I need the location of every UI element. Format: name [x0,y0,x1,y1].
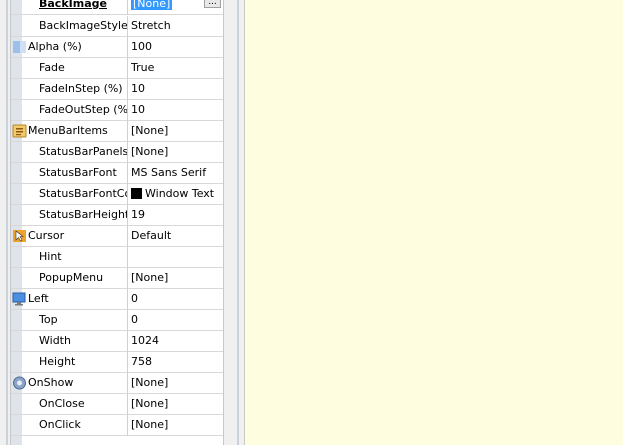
property-name: PopupMenu [39,268,128,289]
property-value[interactable]: 19 [131,205,223,226]
property-row-backimage[interactable]: BackImage [None] ... [11,0,223,15]
left-splitter[interactable] [0,0,11,445]
property-value[interactable]: 10 [131,79,223,100]
property-name: StatusBarFont [39,163,128,184]
property-value[interactable]: [None] [131,121,223,142]
property-name: FadeOutStep (%) [39,100,128,121]
object-inspector: BackImage [None] ... BackImageStyle Stret… [11,0,223,445]
position-icon [12,292,27,306]
property-name: OnShow [28,373,128,394]
property-value[interactable]: [None] [131,415,223,436]
property-name: Cursor [28,226,128,247]
form-designer-canvas[interactable] [245,0,623,445]
property-row[interactable]: OnClick [None] [11,415,223,436]
property-row[interactable]: FadeInStep (%) 10 [11,79,223,100]
property-value[interactable] [131,247,223,268]
alpha-icon [12,40,27,54]
property-value[interactable]: 10 [131,100,223,121]
property-value[interactable]: 100 [131,37,223,58]
property-name: OnClose [39,394,128,415]
property-row[interactable]: StatusBarHeight 19 [11,205,223,226]
ellipsis-button[interactable]: ... [204,0,221,8]
property-name: StatusBarPanels [39,142,128,163]
property-row[interactable]: Top 0 [11,310,223,331]
property-value[interactable]: MS Sans Serif [131,163,223,184]
property-value-text: Window Text [145,187,215,200]
property-name: OnClick [39,415,128,436]
event-icon [12,376,27,390]
property-value[interactable]: Window Text [131,184,223,205]
property-name: BackImage [39,0,128,15]
property-name: Top [39,310,128,331]
property-row[interactable]: OnShow [None] [11,373,223,394]
property-name: Height [39,352,128,373]
property-row[interactable]: Height 758 [11,352,223,373]
property-name: MenuBarItems [28,121,128,142]
property-row[interactable]: Width 1024 [11,331,223,352]
property-name: FadeInStep (%) [39,79,128,100]
property-value[interactable]: 0 [131,310,223,331]
property-value[interactable]: [None] [131,268,223,289]
property-row[interactable]: MenuBarItems [None] [11,121,223,142]
property-value[interactable]: 0 [131,289,223,310]
cursor-icon [12,229,27,243]
property-name: Alpha (%) [28,37,128,58]
property-value[interactable]: True [131,58,223,79]
property-value[interactable]: [None] [131,142,223,163]
property-value[interactable]: 758 [131,352,223,373]
property-row[interactable]: BackImageStyle Stretch [11,16,223,37]
panel-divider[interactable] [223,0,245,445]
property-row[interactable]: FadeOutStep (%) 10 [11,100,223,121]
selected-value[interactable]: [None] [131,0,173,10]
property-name: Fade [39,58,128,79]
property-row[interactable]: StatusBarFontColor Window Text [11,184,223,205]
property-value[interactable]: 1024 [131,331,223,352]
property-value[interactable]: Stretch [131,16,223,37]
splitter-grip [6,0,8,445]
property-row[interactable]: Alpha (%) 100 [11,37,223,58]
property-value[interactable]: [None] [131,373,223,394]
property-row[interactable]: Fade True [11,58,223,79]
divider-edge [223,0,224,445]
property-row[interactable]: Hint [11,247,223,268]
color-swatch [131,188,142,199]
property-name: BackImageStyle [39,16,128,37]
property-name: Left [28,289,128,310]
property-name: Hint [39,247,128,268]
property-name: Width [39,331,128,352]
property-value[interactable]: [None] [131,394,223,415]
property-name: StatusBarHeight [39,205,128,226]
divider-grip [237,0,239,445]
property-row[interactable]: OnClose [None] [11,394,223,415]
property-row[interactable]: Left 0 [11,289,223,310]
property-row[interactable]: StatusBarPanels [None] [11,142,223,163]
property-row[interactable]: Cursor Default [11,226,223,247]
menu-icon [12,124,27,138]
property-row[interactable]: PopupMenu [None] [11,268,223,289]
property-row[interactable]: StatusBarFont MS Sans Serif [11,163,223,184]
property-name: StatusBarFontColor [39,184,128,205]
property-value[interactable]: Default [131,226,223,247]
